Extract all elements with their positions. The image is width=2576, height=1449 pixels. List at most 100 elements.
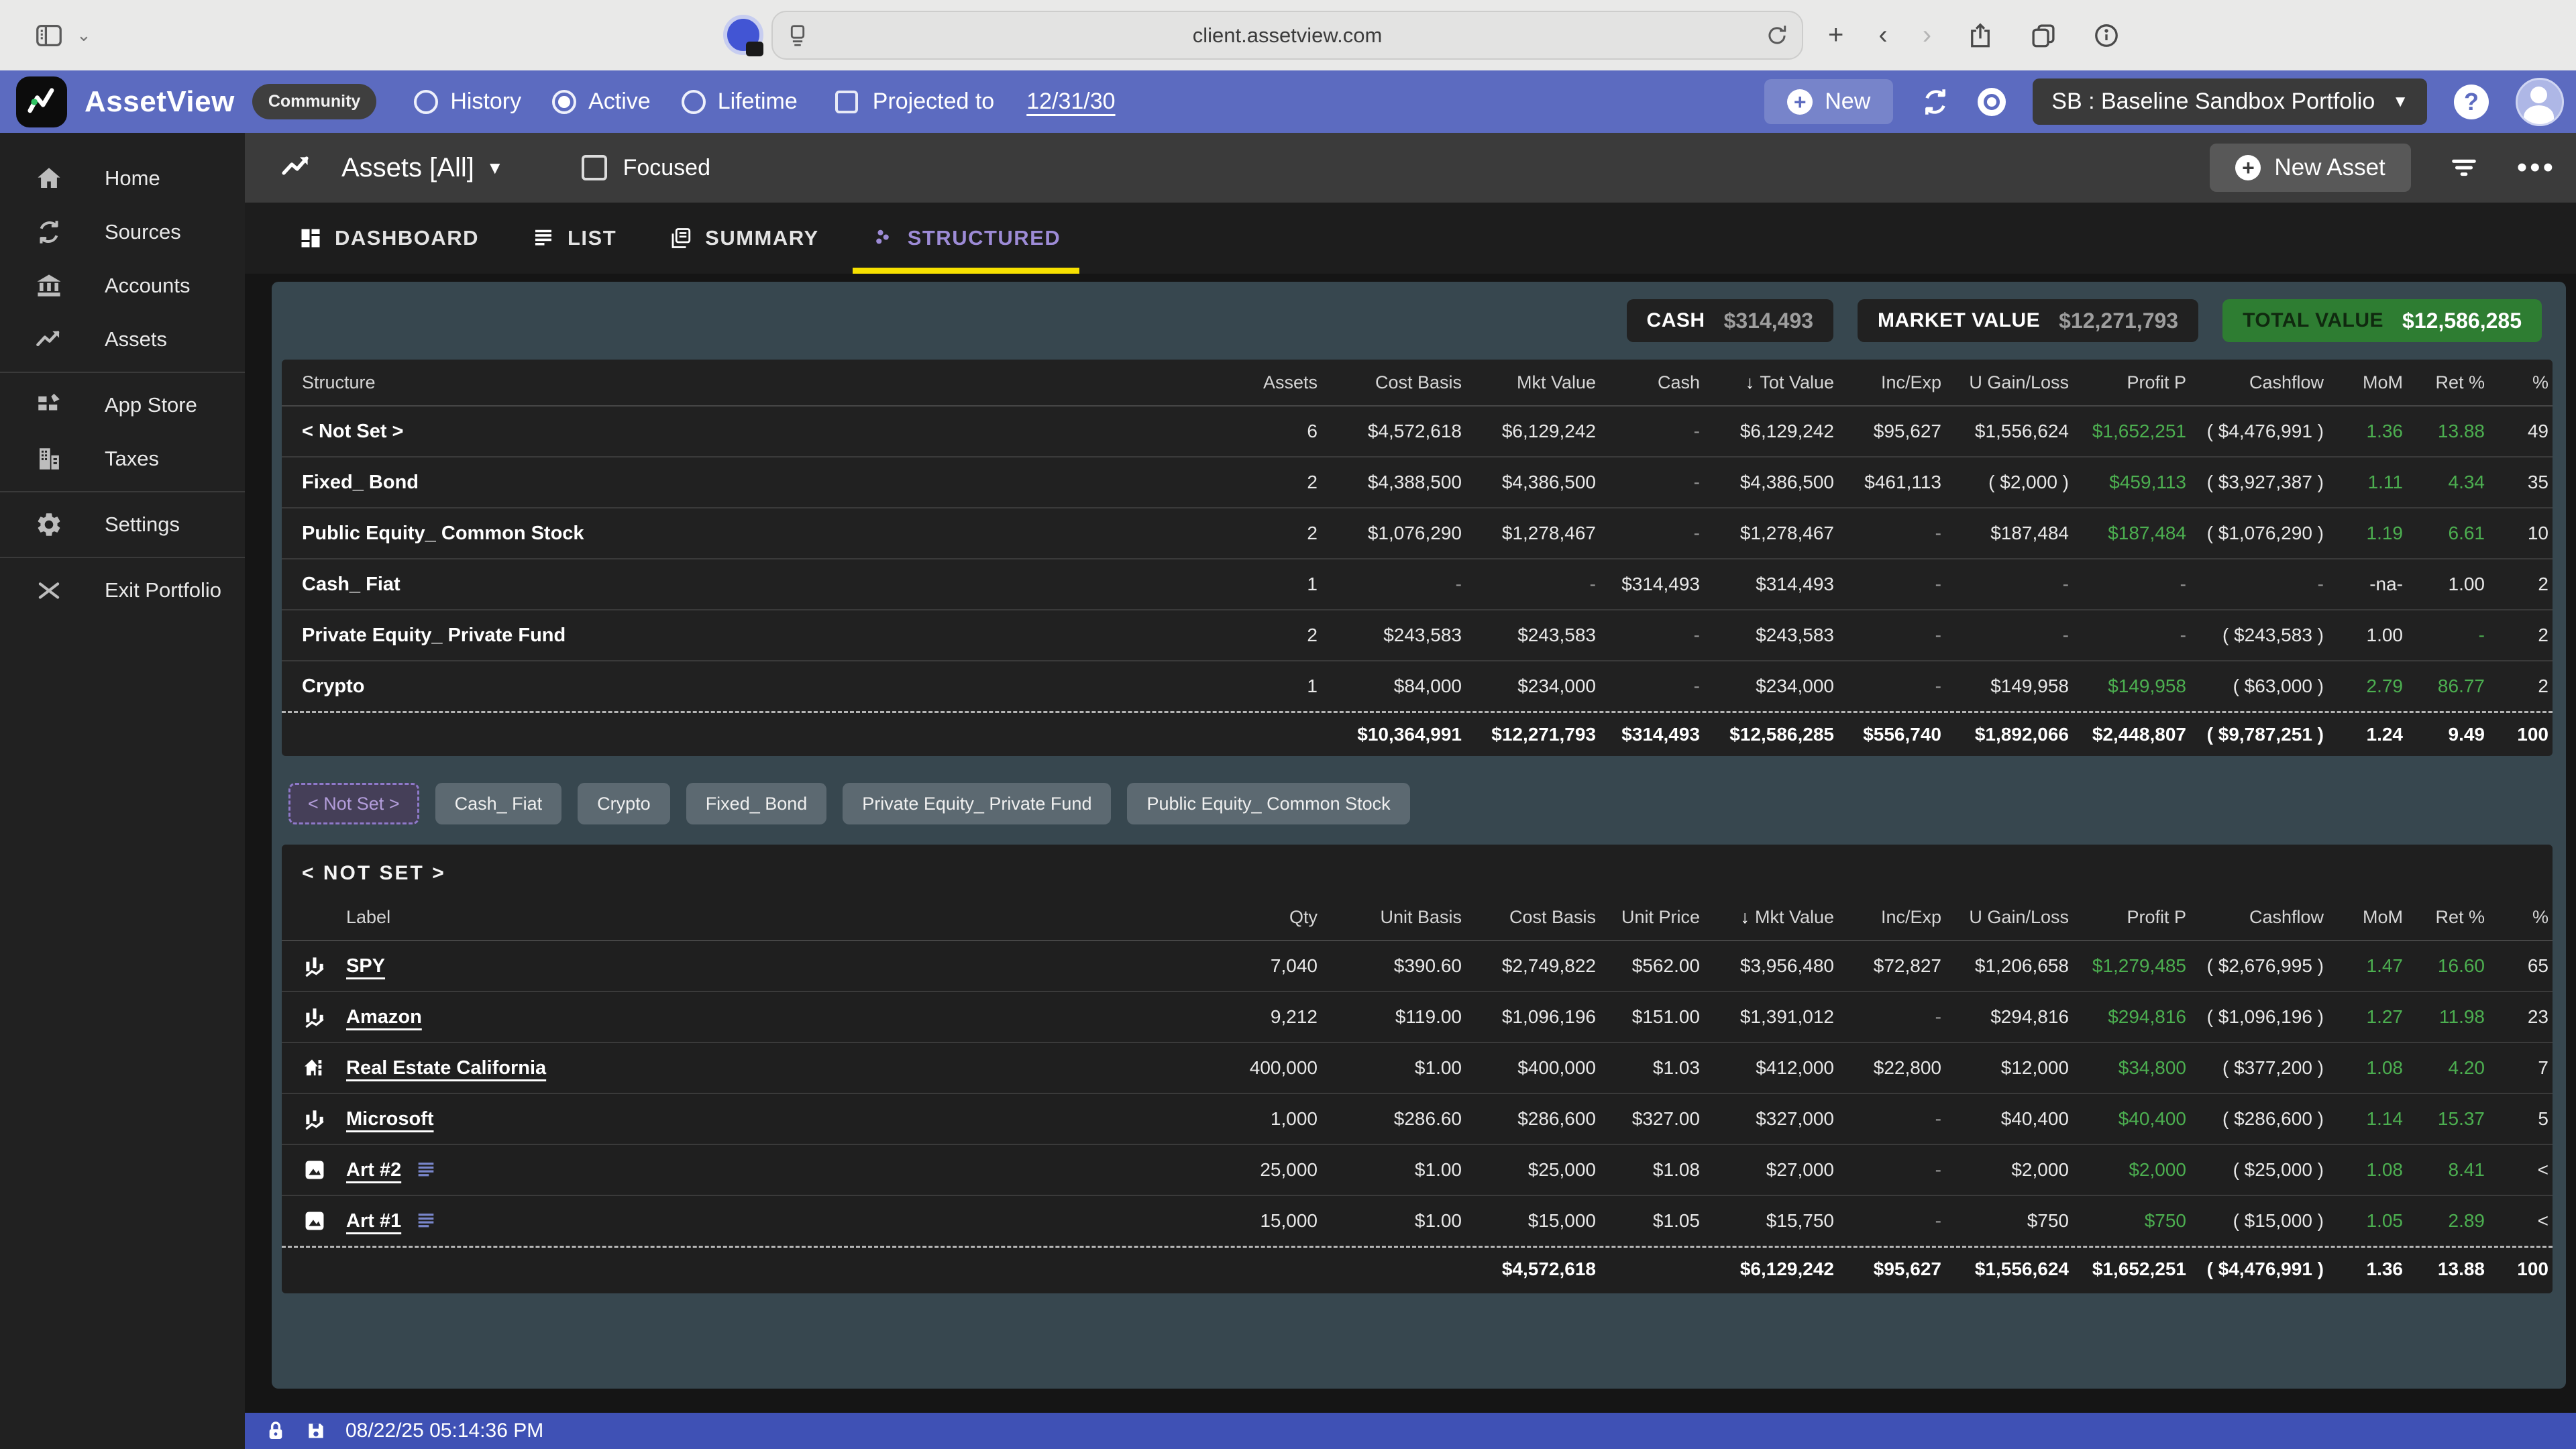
asset-link[interactable]: Art #1 xyxy=(346,1210,401,1232)
column-header[interactable]: Profit P xyxy=(2073,907,2190,928)
column-header[interactable]: ↓Mkt Value xyxy=(1704,907,1838,928)
structure-label[interactable]: Fixed_ Bond xyxy=(282,472,1214,494)
watch-icon[interactable] xyxy=(1978,88,2006,116)
sidebar-item-app-store[interactable]: App Store xyxy=(0,378,245,432)
column-header[interactable]: Inc/Exp xyxy=(1838,372,1945,393)
table-row[interactable]: Private Equity_ Private Fund2$243,583$24… xyxy=(282,610,2553,661)
url-text[interactable]: client.assetview.com xyxy=(810,23,1764,48)
column-header[interactable]: U Gain/Loss xyxy=(1945,907,2073,928)
app-logo[interactable] xyxy=(16,76,67,127)
sidebar-item-exit-portfolio[interactable]: Exit Portfolio xyxy=(0,564,245,617)
focused-checkbox[interactable] xyxy=(582,155,607,180)
projected-checkbox[interactable] xyxy=(835,91,858,113)
table-row[interactable]: Fixed_ Bond2$4,388,500$4,386,500-$4,386,… xyxy=(282,458,2553,508)
filter-icon[interactable] xyxy=(2449,152,2479,183)
column-header[interactable]: Label xyxy=(282,907,1214,928)
share-icon[interactable] xyxy=(1966,21,1994,50)
chip-cash-fiat[interactable]: Cash_ Fiat xyxy=(435,783,562,824)
new-asset-button[interactable]: + New Asset xyxy=(2210,144,2410,192)
radio-icon[interactable] xyxy=(552,90,576,114)
column-header[interactable]: MoM xyxy=(2328,907,2407,928)
forward-icon[interactable]: › xyxy=(1923,20,1931,50)
structure-label[interactable]: Private Equity_ Private Fund xyxy=(282,625,1214,647)
info-icon[interactable] xyxy=(2092,21,2121,50)
sidebar-item-settings[interactable]: Settings xyxy=(0,498,245,551)
column-header[interactable]: Cashflow xyxy=(2190,372,2328,393)
title-caret-icon[interactable]: ▼ xyxy=(486,158,504,178)
column-header[interactable]: Unit Price xyxy=(1600,907,1704,928)
table-row[interactable]: Art #115,000$1.00$15,000$1.05$15,750-$75… xyxy=(282,1196,2553,1246)
structure-label[interactable]: < Not Set > xyxy=(282,421,1214,443)
browser-sidebar-toggle-icon[interactable] xyxy=(34,20,64,51)
sidebar-item-taxes[interactable]: Taxes xyxy=(0,432,245,486)
reload-icon[interactable] xyxy=(1764,23,1790,48)
asset-link[interactable]: Amazon xyxy=(346,1006,422,1028)
mode-radio-lifetime[interactable]: Lifetime xyxy=(682,89,798,115)
page-title[interactable]: Assets [All] xyxy=(341,153,474,183)
column-header[interactable]: Inc/Exp xyxy=(1838,907,1945,928)
save-icon[interactable] xyxy=(305,1420,327,1442)
radio-icon[interactable] xyxy=(414,90,438,114)
table-row[interactable]: Art #225,000$1.00$25,000$1.08$27,000-$2,… xyxy=(282,1145,2553,1196)
column-header[interactable]: Mkt Value xyxy=(1466,372,1600,393)
asset-link[interactable]: SPY xyxy=(346,955,385,977)
password-manager-icon[interactable] xyxy=(723,15,763,55)
column-header[interactable]: Cost Basis xyxy=(1322,372,1466,393)
sidebar-item-sources[interactable]: Sources xyxy=(0,205,245,259)
sidebar-item-assets[interactable]: Assets xyxy=(0,313,245,366)
sidebar-item-accounts[interactable]: Accounts xyxy=(0,259,245,313)
portfolio-selector[interactable]: SB : Baseline Sandbox Portfolio ▼ xyxy=(2033,78,2427,125)
avatar[interactable] xyxy=(2516,78,2564,126)
chevron-down-icon[interactable]: ⌄ xyxy=(76,25,91,46)
column-header[interactable]: ↓Tot Value xyxy=(1704,372,1838,393)
table-row[interactable]: Public Equity_ Common Stock2$1,076,290$1… xyxy=(282,508,2553,559)
column-header[interactable]: Unit Basis xyxy=(1322,907,1466,928)
asset-link[interactable]: Microsoft xyxy=(346,1108,434,1130)
column-header[interactable]: Cash xyxy=(1600,372,1704,393)
sync-icon[interactable] xyxy=(1920,87,1951,117)
table-row[interactable]: Crypto1$84,000$234,000-$234,000-$149,958… xyxy=(282,661,2553,711)
chip-crypto[interactable]: Crypto xyxy=(578,783,670,824)
table-row[interactable]: Real Estate California400,000$1.00$400,0… xyxy=(282,1043,2553,1094)
sidebar-item-home[interactable]: Home xyxy=(0,152,245,205)
table-row[interactable]: Microsoft1,000$286.60$286,600$327.00$327… xyxy=(282,1094,2553,1145)
new-button[interactable]: + New xyxy=(1764,79,1893,124)
asset-link[interactable]: Real Estate California xyxy=(346,1057,546,1079)
notes-icon[interactable] xyxy=(415,1210,437,1232)
column-header[interactable]: % xyxy=(2489,907,2553,928)
tab-summary[interactable]: SUMMARY xyxy=(650,203,838,274)
column-header[interactable]: Cost Basis xyxy=(1466,907,1600,928)
column-header[interactable]: Assets xyxy=(1214,372,1322,393)
projected-date-link[interactable]: 12/31/30 xyxy=(1026,89,1115,115)
column-header[interactable]: Ret % xyxy=(2407,372,2489,393)
mode-radio-active[interactable]: Active xyxy=(552,89,651,115)
column-header[interactable]: Qty xyxy=(1214,907,1322,928)
structure-label[interactable]: Crypto xyxy=(282,676,1214,698)
mode-radio-history[interactable]: History xyxy=(414,89,521,115)
help-icon[interactable]: ? xyxy=(2454,85,2489,119)
asset-link[interactable]: Art #2 xyxy=(346,1159,401,1181)
tab-list[interactable]: LIST xyxy=(513,203,635,274)
tab-overview-icon[interactable] xyxy=(2029,21,2057,50)
radio-icon[interactable] xyxy=(682,90,706,114)
table-row[interactable]: Amazon9,212$119.00$1,096,196$151.00$1,39… xyxy=(282,992,2553,1043)
column-header[interactable]: Profit P xyxy=(2073,372,2190,393)
column-header[interactable]: Structure xyxy=(282,372,1214,393)
column-header[interactable]: Ret % xyxy=(2407,907,2489,928)
chip-private-equity-private-fund[interactable]: Private Equity_ Private Fund xyxy=(843,783,1111,824)
column-header[interactable]: % xyxy=(2489,372,2553,393)
table-row[interactable]: SPY7,040$390.60$2,749,822$562.00$3,956,4… xyxy=(282,941,2553,992)
new-tab-icon[interactable]: + xyxy=(1828,20,1843,50)
table-row[interactable]: < Not Set >6$4,572,618$6,129,242-$6,129,… xyxy=(282,407,2553,458)
structure-label[interactable]: Cash_ Fiat xyxy=(282,574,1214,596)
reader-icon[interactable] xyxy=(785,23,810,48)
column-header[interactable]: Cashflow xyxy=(2190,907,2328,928)
table-row[interactable]: Cash_ Fiat1--$314,493$314,493-----na-1.0… xyxy=(282,559,2553,610)
chip-not-set[interactable]: < Not Set > xyxy=(288,783,419,824)
column-header[interactable]: U Gain/Loss xyxy=(1945,372,2073,393)
back-icon[interactable]: ‹ xyxy=(1878,20,1887,50)
chip-public-equity-common-stock[interactable]: Public Equity_ Common Stock xyxy=(1127,783,1409,824)
address-bar[interactable]: client.assetview.com xyxy=(771,11,1803,60)
chip-fixed-bond[interactable]: Fixed_ Bond xyxy=(686,783,827,824)
more-menu-icon[interactable]: ••• xyxy=(2517,151,2556,184)
